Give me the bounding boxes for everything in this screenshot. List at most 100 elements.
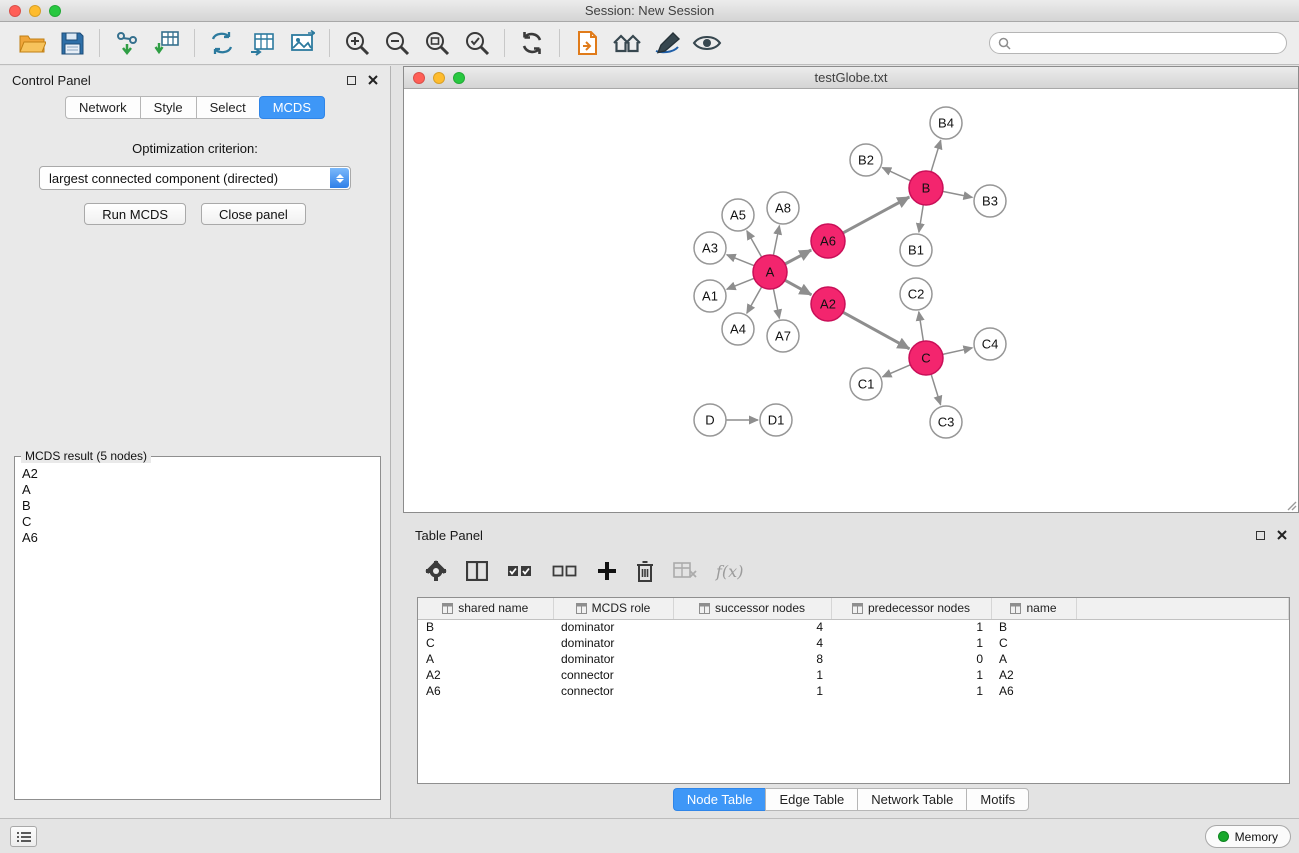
import-table-from-file-icon[interactable] bbox=[147, 26, 187, 60]
column-header-successor-nodes[interactable]: successor nodes bbox=[673, 598, 831, 619]
delete-table-icon[interactable] bbox=[673, 558, 697, 584]
show-column-icon[interactable] bbox=[466, 558, 488, 584]
graph-node-A1[interactable]: A1 bbox=[694, 280, 726, 312]
tab-node-table[interactable]: Node Table bbox=[673, 788, 766, 811]
resize-grip-icon[interactable] bbox=[1285, 499, 1297, 511]
close-table-panel-icon[interactable] bbox=[1277, 530, 1287, 540]
table-row[interactable]: A6connector11A6 bbox=[418, 683, 1289, 699]
table-cell[interactable]: connector bbox=[553, 667, 673, 683]
table-row[interactable]: A2connector11A2 bbox=[418, 667, 1289, 683]
graph-node-A6[interactable]: A6 bbox=[811, 224, 845, 258]
zoom-selected-icon[interactable] bbox=[457, 26, 497, 60]
function-builder-button[interactable]: f(x) bbox=[716, 558, 743, 584]
new-network-icon[interactable] bbox=[202, 26, 242, 60]
graph-node-C3[interactable]: C3 bbox=[930, 406, 962, 438]
table-cell[interactable]: connector bbox=[553, 683, 673, 699]
zoom-in-icon[interactable] bbox=[337, 26, 377, 60]
column-header-mcds-role[interactable]: MCDS role bbox=[553, 598, 673, 619]
edge-C-C2[interactable] bbox=[919, 312, 924, 341]
graph-node-A5[interactable]: A5 bbox=[722, 199, 754, 231]
table-row[interactable]: Cdominator41C bbox=[418, 635, 1289, 651]
close-panel-icon[interactable] bbox=[368, 75, 378, 85]
edge-A-A3[interactable] bbox=[727, 255, 755, 266]
edge-A6-B[interactable] bbox=[843, 197, 909, 233]
delete-column-icon[interactable] bbox=[636, 558, 654, 584]
export-image-icon[interactable] bbox=[282, 26, 322, 60]
tab-network-table[interactable]: Network Table bbox=[857, 788, 966, 811]
save-session-icon[interactable] bbox=[52, 26, 92, 60]
edge-A-A6[interactable] bbox=[785, 250, 811, 264]
graph-node-D[interactable]: D bbox=[694, 404, 726, 436]
table-cell[interactable]: A bbox=[991, 651, 1076, 667]
table-cell[interactable]: dominator bbox=[553, 651, 673, 667]
unselect-all-icon[interactable] bbox=[552, 558, 578, 584]
table-cell[interactable]: dominator bbox=[553, 619, 673, 635]
graph-node-B3[interactable]: B3 bbox=[974, 185, 1006, 217]
table-cell[interactable]: 4 bbox=[673, 635, 831, 651]
edge-A-A8[interactable] bbox=[773, 226, 779, 256]
import-network-from-file-icon[interactable] bbox=[107, 26, 147, 60]
edge-B-B3[interactable] bbox=[943, 191, 973, 197]
table-cell[interactable]: A2 bbox=[418, 667, 553, 683]
mcds-result-item[interactable]: B bbox=[22, 498, 373, 514]
table-cell[interactable]: A2 bbox=[991, 667, 1076, 683]
graph-node-A8[interactable]: A8 bbox=[767, 192, 799, 224]
graph-node-A4[interactable]: A4 bbox=[722, 313, 754, 345]
network-minimize-button[interactable] bbox=[433, 72, 445, 84]
tab-network[interactable]: Network bbox=[65, 96, 140, 119]
mcds-result-item[interactable]: A6 bbox=[22, 530, 373, 546]
network-canvas[interactable]: B4B2BB3A5A8A6B1A3AC2A1A2A4A7C4CC1C3DD1 bbox=[404, 89, 1298, 512]
graph-node-C[interactable]: C bbox=[909, 341, 943, 375]
table-cell[interactable]: dominator bbox=[553, 635, 673, 651]
mcds-result-item[interactable]: A2 bbox=[22, 466, 373, 482]
table-cell[interactable]: 1 bbox=[831, 667, 991, 683]
close-panel-button[interactable]: Close panel bbox=[201, 203, 306, 225]
graph-node-C1[interactable]: C1 bbox=[850, 368, 882, 400]
table-settings-gear-icon[interactable] bbox=[425, 558, 447, 584]
graph-node-B[interactable]: B bbox=[909, 171, 943, 205]
select-all-icon[interactable] bbox=[507, 558, 533, 584]
table-cell[interactable]: 1 bbox=[673, 683, 831, 699]
zoom-window-button[interactable] bbox=[49, 5, 61, 17]
close-window-button[interactable] bbox=[9, 5, 21, 17]
tab-select[interactable]: Select bbox=[196, 96, 259, 119]
table-cell[interactable]: A bbox=[418, 651, 553, 667]
float-table-panel-icon[interactable] bbox=[1256, 531, 1265, 540]
minimize-window-button[interactable] bbox=[29, 5, 41, 17]
edge-B-B4[interactable] bbox=[931, 140, 941, 172]
graph-node-A2[interactable]: A2 bbox=[811, 287, 845, 321]
edge-A-A7[interactable] bbox=[773, 289, 779, 319]
edge-A2-C[interactable] bbox=[843, 312, 910, 349]
refresh-icon[interactable] bbox=[512, 26, 552, 60]
edge-B-B2[interactable] bbox=[882, 168, 910, 181]
graph-node-C2[interactable]: C2 bbox=[900, 278, 932, 310]
edge-C-C3[interactable] bbox=[931, 374, 941, 405]
wizard-icon[interactable] bbox=[647, 26, 687, 60]
table-cell[interactable]: A6 bbox=[418, 683, 553, 699]
column-header-name[interactable]: name bbox=[991, 598, 1076, 619]
zoom-out-icon[interactable] bbox=[377, 26, 417, 60]
graph-node-B1[interactable]: B1 bbox=[900, 234, 932, 266]
edge-A-A2[interactable] bbox=[785, 280, 812, 295]
column-header-shared-name[interactable]: shared name bbox=[418, 598, 553, 619]
edge-A-A5[interactable] bbox=[747, 231, 762, 258]
graph-node-A3[interactable]: A3 bbox=[694, 232, 726, 264]
table-row[interactable]: Adominator80A bbox=[418, 651, 1289, 667]
optimization-criterion-dropdown[interactable]: largest connected component (directed) bbox=[39, 166, 351, 190]
search-input[interactable] bbox=[1016, 36, 1278, 50]
table-cell[interactable]: 1 bbox=[831, 683, 991, 699]
tab-style[interactable]: Style bbox=[140, 96, 196, 119]
mcds-result-item[interactable]: A bbox=[22, 482, 373, 498]
edge-C-C4[interactable] bbox=[943, 348, 973, 355]
graph-node-A[interactable]: A bbox=[753, 255, 787, 289]
edge-C-C1[interactable] bbox=[883, 365, 911, 377]
graph-node-B2[interactable]: B2 bbox=[850, 144, 882, 176]
table-cell[interactable]: 4 bbox=[673, 619, 831, 635]
graph-node-A7[interactable]: A7 bbox=[767, 320, 799, 352]
table-cell[interactable]: A6 bbox=[991, 683, 1076, 699]
network-zoom-button[interactable] bbox=[453, 72, 465, 84]
table-cell[interactable]: 8 bbox=[673, 651, 831, 667]
table-cell[interactable]: 0 bbox=[831, 651, 991, 667]
zoom-fit-icon[interactable] bbox=[417, 26, 457, 60]
open-in-browser-icon[interactable] bbox=[567, 26, 607, 60]
